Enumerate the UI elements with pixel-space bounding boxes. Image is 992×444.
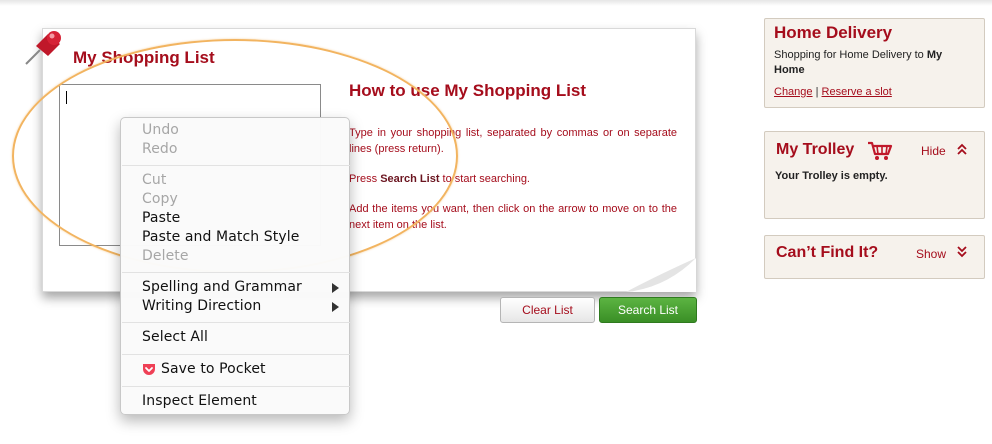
- menu-item-undo[interactable]: Undo: [142, 121, 179, 140]
- change-link[interactable]: Change: [774, 86, 813, 98]
- reserve-slot-link[interactable]: Reserve a slot: [822, 86, 892, 98]
- home-delivery-title: Home Delivery: [774, 23, 893, 42]
- menu-item-copy[interactable]: Copy: [142, 190, 178, 209]
- menu-item-save-to-pocket[interactable]: Save to Pocket: [161, 360, 266, 379]
- text-caret: [66, 91, 67, 104]
- menu-separator: [122, 272, 350, 273]
- trolley-panel: My Trolley Hide Your Trolley is empty.: [764, 131, 985, 219]
- home-delivery-text: Shopping for Home Delivery to My Home: [774, 49, 943, 76]
- menu-item-paste-match-style[interactable]: Paste and Match Style: [142, 228, 299, 247]
- howto-step-3: Add the items you want, then click on th…: [349, 203, 677, 231]
- chevron-up-icon[interactable]: [955, 142, 969, 156]
- shopping-cart-icon: [868, 141, 893, 160]
- top-shadow: [0, 0, 992, 6]
- howto-title: How to use My Shopping List: [349, 81, 587, 100]
- menu-separator: [122, 322, 350, 323]
- pocket-icon: [143, 364, 155, 375]
- push-pin-icon: [25, 31, 61, 65]
- clear-list-button[interactable]: Clear List: [500, 297, 595, 323]
- menu-item-writing-direction[interactable]: Writing Direction: [142, 297, 261, 316]
- link-separator: |: [815, 86, 819, 98]
- home-delivery-links: Change | Reserve a slot: [774, 86, 892, 98]
- chevron-down-icon[interactable]: [955, 245, 969, 259]
- menu-item-select-all[interactable]: Select All: [142, 328, 208, 347]
- menu-separator: [122, 165, 350, 166]
- submenu-arrow-icon: [332, 283, 339, 293]
- cant-find-show-toggle[interactable]: Show: [916, 247, 946, 261]
- menu-item-redo[interactable]: Redo: [142, 140, 178, 159]
- menu-separator: [122, 386, 350, 387]
- howto-step-1: Type in your shopping list, separated by…: [349, 127, 677, 155]
- page-curl: [626, 258, 696, 292]
- menu-item-delete[interactable]: Delete: [142, 247, 189, 266]
- cant-find-panel: Can’t Find It? Show: [764, 235, 985, 279]
- trolley-hide-toggle[interactable]: Hide: [921, 144, 946, 158]
- context-menu: Undo Redo Cut Copy Paste Paste and Match…: [120, 117, 350, 415]
- howto-step-2: Press Search List to start searching.: [349, 173, 530, 185]
- search-list-button[interactable]: Search List: [599, 297, 697, 323]
- trolley-empty-text: Your Trolley is empty.: [775, 170, 888, 182]
- menu-item-spelling-grammar[interactable]: Spelling and Grammar: [142, 278, 302, 297]
- menu-item-cut[interactable]: Cut: [142, 171, 166, 190]
- menu-item-paste[interactable]: Paste: [142, 209, 180, 228]
- home-delivery-panel: Home Delivery Shopping for Home Delivery…: [764, 18, 985, 108]
- trolley-title: My Trolley: [776, 141, 855, 158]
- menu-item-inspect-element[interactable]: Inspect Element: [142, 392, 257, 411]
- submenu-arrow-icon: [332, 302, 339, 312]
- cant-find-title: Can’t Find It?: [776, 244, 879, 261]
- menu-separator: [122, 354, 350, 355]
- shopping-list-title: My Shopping List: [73, 48, 215, 67]
